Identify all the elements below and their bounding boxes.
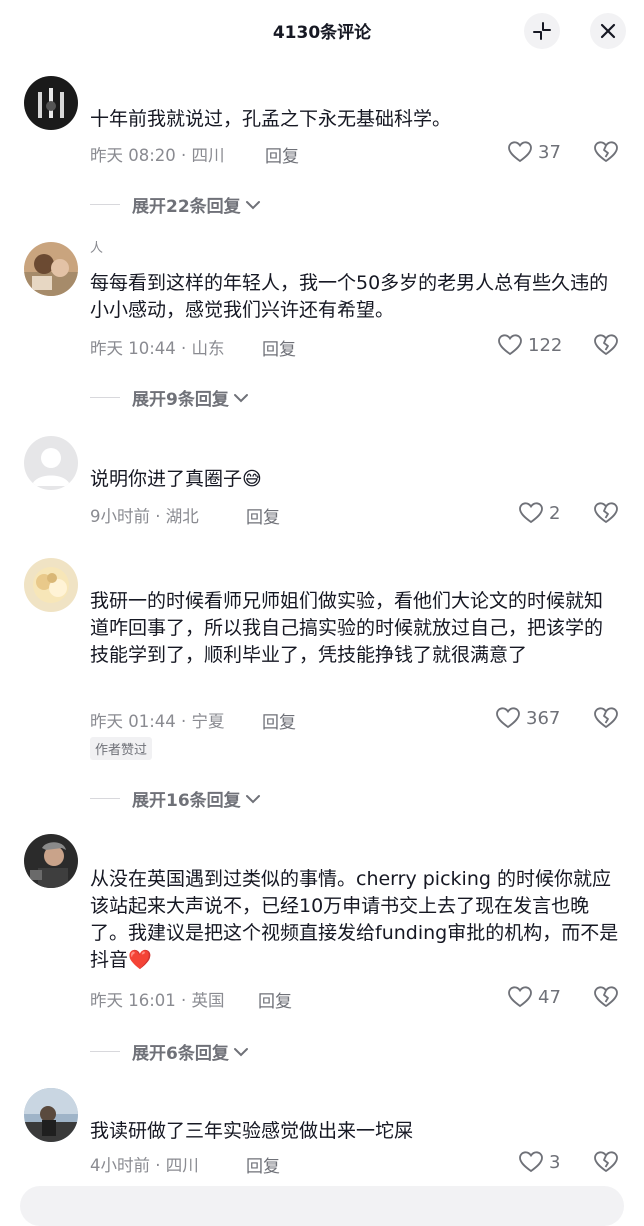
broken-heart-icon: [594, 334, 618, 355]
like-count: 47: [538, 986, 561, 1008]
broken-heart-icon: [594, 1151, 618, 1172]
dislike-button[interactable]: [594, 707, 618, 733]
avatar[interactable]: [24, 834, 78, 888]
avatar[interactable]: [24, 436, 78, 490]
like-button[interactable]: 122: [498, 334, 562, 356]
like-count: 367: [526, 707, 561, 729]
heart-icon: [496, 707, 520, 729]
comment-text: 从没在英国遇到过类似的事情。cherry picking 的时候你就应该站起来大…: [90, 868, 619, 971]
dislike-button[interactable]: [594, 1151, 618, 1177]
comment-input-bar[interactable]: [20, 1186, 624, 1226]
expand-replies-label: 展开9条回复: [132, 390, 229, 410]
author-liked-badge: 作者赞过: [90, 737, 153, 760]
comment-time-location: 4小时前 · 四川: [90, 1156, 199, 1175]
reply-button[interactable]: 回复: [262, 335, 296, 360]
like-button[interactable]: 37: [508, 141, 561, 163]
broken-heart-icon: [594, 141, 618, 162]
comment-text: 我读研做了三年实验感觉做出来一坨屎: [90, 1120, 414, 1142]
chevron-down-icon: [245, 794, 260, 803]
heart-icon: [508, 141, 532, 163]
comment-text: 每每看到这样的年轻人，我一个50多岁的老男人总有些久违的小小感动，感觉我们兴许还…: [90, 272, 609, 321]
comment-text: 十年前我就说过，孔孟之下永无基础科学。: [90, 108, 452, 130]
divider: [90, 1051, 120, 1052]
dislike-button[interactable]: [594, 986, 618, 1012]
heart-icon: [508, 986, 532, 1008]
expand-replies[interactable]: 展开22条回复: [90, 192, 261, 217]
reply-button[interactable]: 回复: [246, 1152, 280, 1177]
dislike-button[interactable]: [594, 141, 618, 167]
like-button[interactable]: 367: [496, 707, 560, 729]
expand-replies-label: 展开16条回复: [132, 791, 241, 811]
collapse-icon: [533, 22, 551, 40]
comment-time-location: 9小时前 · 湖北: [90, 507, 199, 526]
like-button[interactable]: 47: [508, 986, 561, 1008]
expand-replies[interactable]: 展开16条回复: [90, 786, 261, 811]
like-count: 122: [528, 334, 563, 356]
reply-button[interactable]: 回复: [246, 503, 280, 528]
expand-replies-label: 展开22条回复: [132, 197, 241, 217]
chevron-down-icon: [233, 1047, 248, 1056]
divider: [90, 204, 120, 205]
comment-username[interactable]: 人: [90, 240, 103, 258]
chevron-down-icon: [245, 200, 260, 209]
divider: [90, 798, 120, 799]
reply-button[interactable]: 回复: [262, 708, 296, 733]
collapse-button[interactable]: [524, 13, 560, 49]
broken-heart-icon: [594, 986, 618, 1007]
reply-button[interactable]: 回复: [258, 987, 292, 1012]
comment-text: 说明你进了真圈子😅: [90, 468, 262, 490]
expand-replies[interactable]: 展开6条回复: [90, 1039, 249, 1064]
avatar[interactable]: [24, 76, 78, 130]
comment-time-location: 昨天 16:01 · 英国: [90, 991, 225, 1010]
broken-heart-icon: [594, 502, 618, 523]
avatar[interactable]: [24, 1088, 78, 1142]
close-button[interactable]: [590, 13, 626, 49]
comment-time-location: 昨天 10:44 · 山东: [90, 339, 225, 358]
heart-icon: [519, 1151, 543, 1173]
comments-header: 4130条评论: [0, 0, 644, 62]
like-count: 37: [538, 141, 561, 163]
dislike-button[interactable]: [594, 502, 618, 528]
chevron-down-icon: [233, 393, 248, 402]
heart-icon: [519, 502, 543, 524]
close-icon: [600, 23, 616, 39]
divider: [90, 397, 120, 398]
reply-button[interactable]: 回复: [265, 142, 299, 167]
comment-time-location: 昨天 01:44 · 宁夏: [90, 712, 225, 731]
dislike-button[interactable]: [594, 334, 618, 360]
comment-time-location: 昨天 08:20 · 四川: [90, 146, 225, 165]
avatar[interactable]: [24, 242, 78, 296]
like-button[interactable]: 3: [519, 1151, 560, 1173]
heart-icon: [498, 334, 522, 356]
like-button[interactable]: 2: [519, 502, 560, 524]
comment-text: 我研一的时候看师兄师姐们做实验，看他们大论文的时候就知道咋回事了，所以我自己搞实…: [90, 590, 604, 666]
avatar[interactable]: [24, 558, 78, 612]
broken-heart-icon: [594, 707, 618, 728]
like-count: 2: [549, 502, 561, 524]
like-count: 3: [549, 1151, 561, 1173]
expand-replies-label: 展开6条回复: [132, 1044, 229, 1064]
expand-replies[interactable]: 展开9条回复: [90, 385, 249, 410]
